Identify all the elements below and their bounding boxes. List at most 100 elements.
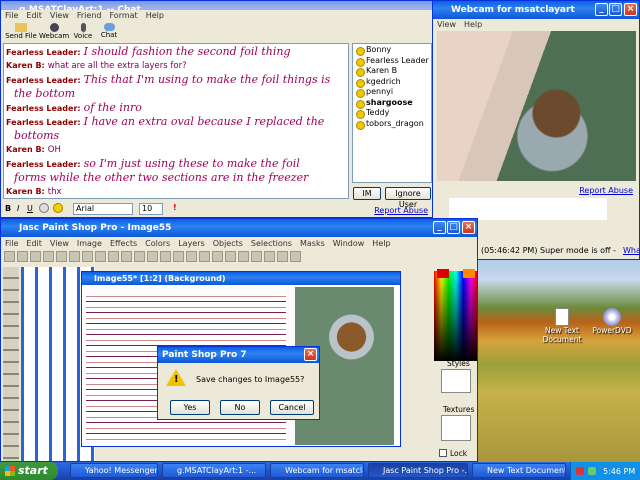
foreground-color-swatch[interactable] (437, 269, 449, 278)
toolbar-button[interactable] (108, 251, 119, 262)
taskbar-item-yahoo-messenger[interactable]: Yahoo! Messenger (I... (70, 463, 158, 478)
toolbar-button[interactable] (199, 251, 210, 262)
buddy-item[interactable]: Karen B (354, 66, 430, 77)
bold-button[interactable]: B (5, 204, 11, 213)
toolbar-button[interactable] (17, 251, 28, 262)
menu-format[interactable]: Format (109, 11, 137, 20)
close-button[interactable]: × (304, 348, 317, 361)
menu-file[interactable]: File (5, 11, 18, 20)
close-button[interactable]: × (624, 3, 637, 16)
im-button[interactable]: IM (353, 187, 381, 200)
font-name-select[interactable]: Arial (73, 203, 133, 215)
buddy-list[interactable]: Bonny Fearless Leader Karen Bkgedrich penny… (352, 43, 432, 183)
textures-swatch[interactable] (441, 415, 471, 441)
menu-selections[interactable]: Selections (251, 239, 292, 248)
menu-help[interactable]: Help (464, 20, 482, 29)
toolbar-button[interactable] (238, 251, 249, 262)
menu-layers[interactable]: Layers (178, 239, 204, 248)
toolbar-button[interactable] (56, 251, 67, 262)
buddy-item[interactable]: shargoose (354, 98, 430, 108)
minimize-button[interactable]: _ (433, 221, 446, 234)
toolbar-button[interactable] (134, 251, 145, 262)
toolbar-button[interactable] (95, 251, 106, 262)
menu-view[interactable]: View (50, 239, 69, 248)
report-abuse-link[interactable]: Report Abuse (579, 186, 633, 195)
buddy-item[interactable]: kgedrich (354, 77, 430, 87)
tray-icon[interactable] (576, 467, 584, 475)
chat-message: bottoms (6, 129, 346, 143)
tray-icon[interactable] (588, 467, 596, 475)
buddy-item[interactable]: pennyi (354, 87, 430, 98)
toolbar-button[interactable] (212, 251, 223, 262)
underline-button[interactable]: U (27, 204, 33, 213)
toolbar-button[interactable] (160, 251, 171, 262)
toolbar-button[interactable] (277, 251, 288, 262)
image-title-bar[interactable]: Image55* [1:2] (Background) (82, 272, 400, 285)
minimize-button[interactable]: _ (595, 3, 608, 16)
toolbar-button[interactable] (147, 251, 158, 262)
desktop-icon-new-text-document[interactable]: New Text Document (540, 308, 584, 344)
voice-button[interactable]: Voice (71, 23, 95, 40)
toolbar-button[interactable] (290, 251, 301, 262)
toolbar-button[interactable] (82, 251, 93, 262)
menu-effects[interactable]: Effects (110, 239, 137, 248)
toolbar-button[interactable] (69, 251, 80, 262)
toolbar-button[interactable] (186, 251, 197, 262)
chat-button[interactable]: Chat (97, 23, 121, 39)
toolbar-button[interactable] (173, 251, 184, 262)
toolbar-button[interactable] (43, 251, 54, 262)
chat-message: forms while the other two sections are i… (6, 171, 346, 185)
ignore-user-button[interactable]: Ignore User (385, 187, 431, 209)
menu-view[interactable]: View (50, 11, 69, 20)
maximize-button[interactable]: □ (447, 221, 460, 234)
menu-image[interactable]: Image (77, 239, 102, 248)
font-size-select[interactable]: 10 (139, 203, 163, 215)
whats-this-link[interactable]: What's this? (623, 246, 639, 255)
styles-swatch[interactable] (441, 369, 471, 393)
report-abuse-link[interactable]: Report Abuse (374, 206, 428, 215)
menu-edit[interactable]: Edit (26, 239, 42, 248)
taskbar-item-chat[interactable]: g.MSATClayArt:1 -... (162, 463, 266, 478)
color-icon[interactable] (39, 203, 49, 213)
menu-window[interactable]: Window (333, 239, 365, 248)
menu-friend[interactable]: Friend (77, 11, 102, 20)
smiley-icon[interactable] (53, 203, 63, 213)
no-button[interactable]: No (220, 400, 260, 415)
send-file-button[interactable]: Send File (5, 23, 37, 40)
webcam-button[interactable]: Webcam (39, 23, 69, 40)
menu-help[interactable]: Help (372, 239, 390, 248)
taskbar-item-paint-shop-pro[interactable]: Jasc Paint Shop Pro -... (368, 463, 468, 478)
desktop-icon-powerdvd[interactable]: PowerDVD (590, 308, 634, 335)
italic-button[interactable]: I (17, 204, 19, 213)
dialog-title-bar[interactable]: Paint Shop Pro 7 (158, 347, 319, 363)
menu-colors[interactable]: Colors (145, 239, 170, 248)
toolbar-button[interactable] (30, 251, 41, 262)
menu-objects[interactable]: Objects (213, 239, 243, 248)
webcam-timestamp: (05:46:42 PM) (481, 246, 538, 255)
buddy-item[interactable]: tobors_dragon (354, 119, 430, 129)
toolbar-button[interactable] (121, 251, 132, 262)
menu-file[interactable]: File (5, 239, 18, 248)
menu-masks[interactable]: Masks (300, 239, 325, 248)
chat-transcript[interactable]: Fearless Leader: I should fashion the se… (3, 43, 349, 199)
lock-checkbox[interactable] (439, 449, 447, 457)
close-button[interactable]: × (462, 221, 475, 234)
buzz-icon[interactable]: ! (173, 203, 177, 212)
toolbar-button[interactable] (4, 251, 15, 262)
cancel-button[interactable]: Cancel (270, 400, 314, 415)
menu-help[interactable]: Help (146, 11, 164, 20)
buddy-item[interactable]: Fearless Leader (354, 56, 430, 66)
yes-button[interactable]: Yes (170, 400, 210, 415)
background-color-swatch[interactable] (463, 269, 475, 278)
buddy-item[interactable]: Teddy (354, 108, 430, 119)
maximize-button[interactable]: □ (609, 3, 622, 16)
menu-view[interactable]: View (437, 20, 456, 29)
psp-title-bar[interactable]: Jasc Paint Shop Pro - Image55 (1, 219, 477, 237)
buddy-item[interactable]: Bonny (354, 45, 430, 56)
toolbar-button[interactable] (251, 251, 262, 262)
taskbar-item-new-text-document[interactable]: New Text Document ... (472, 463, 566, 478)
toolbar-button[interactable] (225, 251, 236, 262)
taskbar-item-webcam[interactable]: Webcam for msatclay... (270, 463, 364, 478)
toolbar-button[interactable] (264, 251, 275, 262)
menu-edit[interactable]: Edit (26, 11, 42, 20)
